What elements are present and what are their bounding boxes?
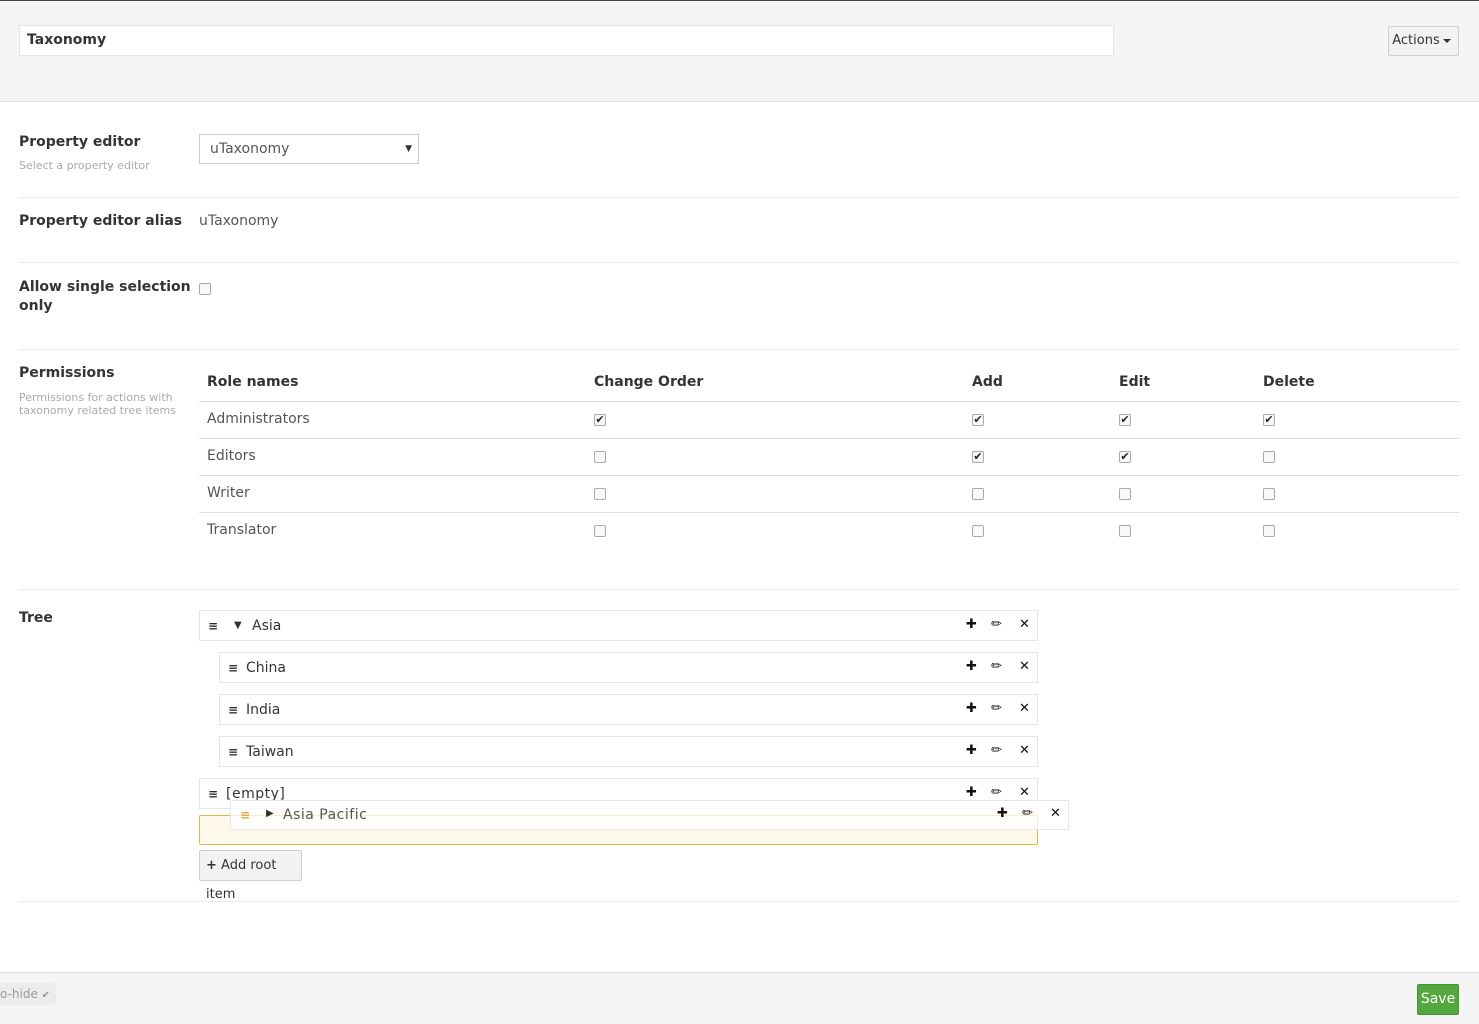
checkbox-add[interactable] [972, 525, 984, 537]
tree-item-label: China [246, 660, 286, 676]
tree-item-child[interactable]: ≡ Taiwan ✚ ✏ ✕ [219, 736, 1038, 767]
name-input[interactable]: Taxonomy [19, 25, 1114, 56]
pencil-icon[interactable]: ✏ [991, 785, 1002, 800]
add-root-item-label: Add root item [206, 858, 277, 902]
pencil-icon[interactable]: ✏ [991, 743, 1002, 758]
checkbox-change-order[interactable] [594, 488, 606, 500]
checkbox-add[interactable]: ✔ [972, 451, 984, 463]
save-button[interactable]: Save [1417, 984, 1459, 1015]
close-icon[interactable]: ✕ [1019, 785, 1030, 800]
plus-icon[interactable]: ✚ [966, 701, 977, 716]
permissions-description: Permissions for actions with taxonomy re… [19, 391, 176, 417]
role-name: Translator [207, 522, 277, 538]
property-editor-label: Property editor [19, 134, 141, 150]
drag-handle-icon[interactable]: ≡ [240, 808, 250, 822]
tree-item-label: Asia [252, 618, 282, 634]
plus-icon[interactable]: ✚ [966, 617, 977, 632]
checkbox-change-order[interactable]: ✔ [594, 414, 606, 426]
single-selection-label: Allow single selection only [19, 279, 191, 314]
role-name: Writer [207, 485, 250, 501]
checkbox-edit[interactable]: ✔ [1119, 451, 1131, 463]
caret-down-icon [1442, 38, 1451, 43]
property-editor-selected: uTaxonomy [210, 141, 290, 157]
tree-label: Tree [19, 610, 53, 626]
drag-handle-icon[interactable]: ≡ [208, 787, 218, 801]
checkbox-delete[interactable] [1263, 488, 1275, 500]
close-icon[interactable]: ✕ [1019, 659, 1030, 674]
select-arrow-icon: ▼ [405, 144, 412, 154]
single-selection-label-line1: Allow single selection [19, 279, 191, 295]
column-header-delete: Delete [1263, 374, 1315, 390]
plus-icon[interactable]: ✚ [966, 743, 977, 758]
divider [19, 349, 1459, 350]
drag-handle-icon[interactable]: ≡ [228, 703, 238, 717]
permissions-description-line2: taxonomy related tree items [19, 404, 176, 417]
pencil-icon[interactable]: ✏ [991, 617, 1002, 632]
actions-label: Actions [1392, 33, 1440, 48]
property-editor-alias-label: Property editor alias [19, 213, 183, 229]
permission-row: Writer [199, 475, 1459, 512]
add-root-item-button[interactable]: + Add root item [199, 850, 302, 902]
checkbox-delete[interactable] [1263, 451, 1275, 463]
column-header-role-names: Role names [207, 374, 299, 390]
close-icon[interactable]: ✕ [1019, 701, 1030, 716]
column-header-change-order: Change Order [594, 374, 704, 390]
column-header-edit: Edit [1119, 374, 1151, 390]
permissions-label: Permissions [19, 365, 115, 381]
role-name: Editors [207, 448, 256, 464]
property-editor-description: Select a property editor [19, 159, 150, 172]
checkbox-delete[interactable]: ✔ [1263, 414, 1275, 426]
permission-row: Administrators ✔ ✔ ✔ ✔ [199, 401, 1459, 438]
pencil-icon[interactable]: ✏ [1022, 806, 1033, 821]
tree-item-label: India [246, 702, 281, 718]
footer-bar: o-hide ✔ Save [0, 972, 1479, 1024]
tree-item-label: Taiwan [246, 744, 294, 760]
column-header-add: Add [972, 374, 1003, 390]
actions-button[interactable]: Actions [1388, 26, 1459, 56]
dragging-tree-item[interactable]: ≡ ▶ Asia Pacific ✚ ✏ ✕ [230, 800, 1069, 830]
pencil-icon[interactable]: ✏ [991, 659, 1002, 674]
checkbox-add[interactable] [972, 488, 984, 500]
drag-handle-icon[interactable]: ≡ [208, 619, 218, 633]
permission-row: Editors ✔ ✔ [199, 438, 1459, 475]
expand-caret-icon[interactable]: ▼ [234, 620, 242, 631]
drag-handle-icon[interactable]: ≡ [228, 745, 238, 759]
divider [19, 262, 1459, 263]
drag-handle-icon[interactable]: ≡ [228, 661, 238, 675]
property-editor-select[interactable]: uTaxonomy ▼ [199, 134, 419, 164]
permission-row: Translator [199, 512, 1459, 549]
close-icon[interactable]: ✕ [1019, 617, 1030, 632]
autohide-label: o-hide [0, 987, 38, 1001]
single-selection-checkbox[interactable] [199, 283, 211, 295]
divider [19, 901, 1459, 902]
check-icon: ✔ [41, 990, 51, 1001]
tree-item-root[interactable]: ≡ ▼ Asia ✚ ✏ ✕ [199, 610, 1038, 641]
collapsed-caret-icon[interactable]: ▶ [266, 808, 274, 819]
plus-icon[interactable]: ✚ [997, 806, 1008, 821]
property-editor-alias-value: uTaxonomy [199, 213, 279, 229]
close-icon[interactable]: ✕ [1050, 806, 1061, 821]
permissions-description-line1: Permissions for actions with [19, 391, 173, 404]
checkbox-change-order[interactable] [594, 451, 606, 463]
tree-item-child[interactable]: ≡ India ✚ ✏ ✕ [219, 694, 1038, 725]
tree-item-label: Asia Pacific [283, 807, 368, 823]
close-icon[interactable]: ✕ [1019, 743, 1030, 758]
divider [19, 589, 1459, 590]
checkbox-add[interactable]: ✔ [972, 414, 984, 426]
divider [19, 197, 1459, 198]
tree-item-child[interactable]: ≡ China ✚ ✏ ✕ [219, 652, 1038, 683]
editor-header: Taxonomy Actions [0, 1, 1479, 102]
pencil-icon[interactable]: ✏ [991, 701, 1002, 716]
plus-icon: + [206, 858, 217, 873]
autohide-toggle[interactable]: o-hide ✔ [0, 983, 57, 1005]
checkbox-edit[interactable] [1119, 525, 1131, 537]
checkbox-change-order[interactable] [594, 525, 606, 537]
plus-icon[interactable]: ✚ [966, 659, 977, 674]
checkbox-edit[interactable] [1119, 488, 1131, 500]
plus-icon[interactable]: ✚ [966, 785, 977, 800]
checkbox-edit[interactable]: ✔ [1119, 414, 1131, 426]
role-name: Administrators [207, 411, 310, 427]
checkbox-delete[interactable] [1263, 525, 1275, 537]
single-selection-label-line2: only [19, 298, 53, 314]
